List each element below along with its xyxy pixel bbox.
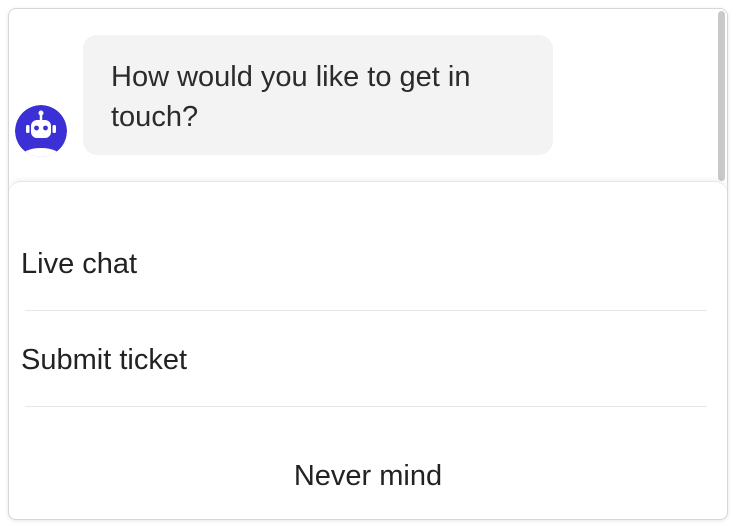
submit-ticket-option[interactable]: Submit ticket bbox=[21, 332, 707, 388]
scrollbar[interactable] bbox=[715, 9, 727, 187]
live-chat-option[interactable]: Live chat bbox=[21, 236, 707, 292]
robot-icon bbox=[15, 105, 67, 157]
chat-message-area: How would you like to get in touch? bbox=[9, 9, 727, 187]
bot-avatar bbox=[15, 105, 67, 157]
divider bbox=[25, 310, 707, 311]
bot-message-bubble: How would you like to get in touch? bbox=[83, 35, 553, 155]
scrollbar-thumb[interactable] bbox=[718, 11, 725, 181]
chat-window: How would you like to get in touch? Live… bbox=[8, 8, 728, 520]
divider bbox=[25, 406, 707, 407]
contact-options-sheet: Live chat Submit ticket Never mind bbox=[9, 181, 727, 519]
never-mind-button[interactable]: Never mind bbox=[9, 448, 727, 504]
